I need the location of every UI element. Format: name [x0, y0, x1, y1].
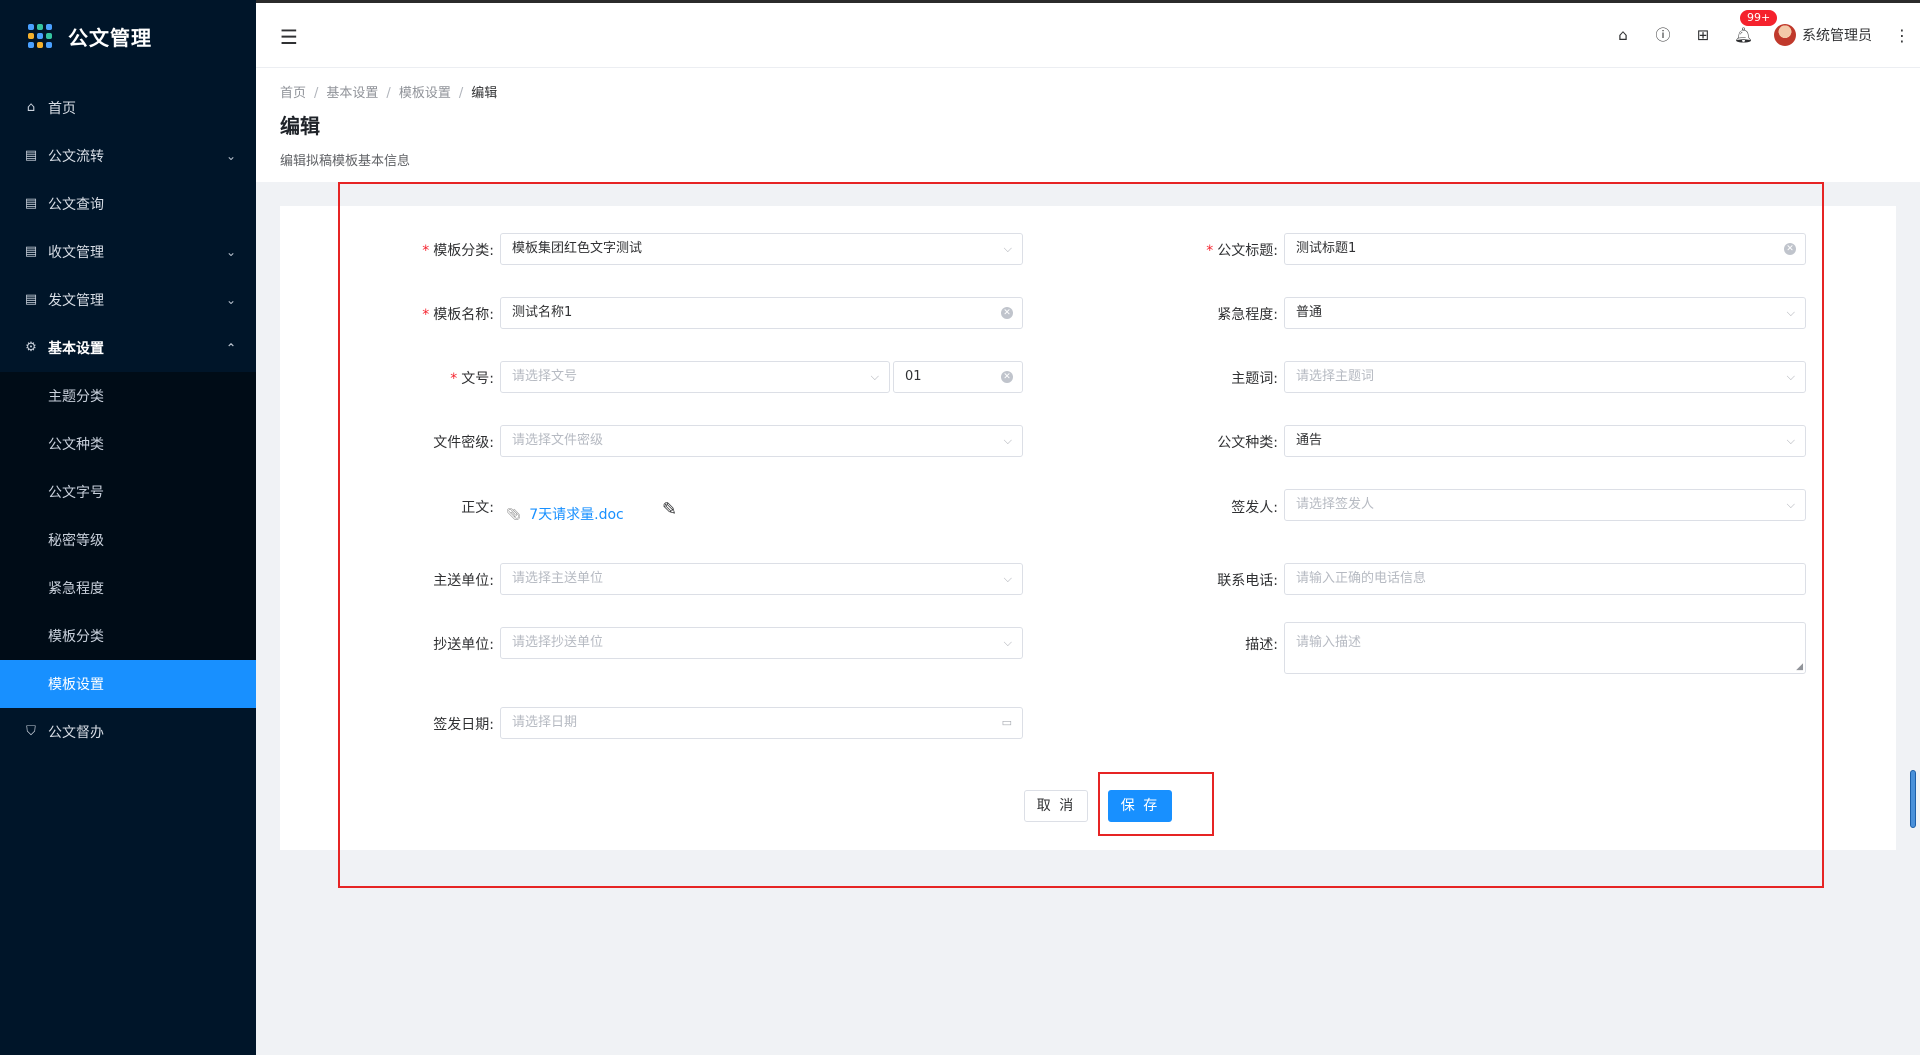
more-vertical-icon[interactable]: ⋮: [1894, 26, 1910, 45]
notification-badge: 99+: [1740, 10, 1778, 26]
sidebar-item-label: 公文督办: [48, 725, 104, 741]
grid-icon[interactable]: ⊞: [1694, 26, 1712, 44]
sidebar-subitem-urgency[interactable]: 紧急程度: [0, 564, 256, 612]
user-menu[interactable]: 系统管理员: [1774, 24, 1872, 46]
sidebar-item-label: 首页: [48, 101, 76, 117]
page-title: 编辑: [280, 114, 320, 138]
bell-icon[interactable]: 🔔︎ 99+: [1734, 10, 1778, 44]
brand: 公文管理: [0, 0, 256, 72]
apps-grid-icon: [28, 24, 52, 48]
sidebar-subitem-template-settings[interactable]: 模板设置: [0, 660, 256, 708]
header-actions: ⌂ ⓘ ⊞ 🔔︎ 99+ 系统管理员 ⋮: [1614, 3, 1920, 67]
sidebar: 公文管理 ⌂ 首页 ▤ 公文流转 ⌄ ▤ 公文查询 ▤ 收文管理 ⌄ ▤ 发文管…: [0, 0, 256, 1055]
username: 系统管理员: [1802, 28, 1872, 44]
chevron-down-icon: ⌄: [225, 293, 236, 307]
highlight-box-save: [1098, 772, 1214, 836]
page-header: 首页 / 基本设置 / 模板设置 / 编辑 编辑 编辑拟稿模板基本信息: [256, 68, 1920, 182]
home-icon: ⌂: [26, 100, 36, 115]
sidebar-item-send[interactable]: ▤ 发文管理 ⌄: [0, 276, 256, 324]
sidebar-subitem-secrecy-level[interactable]: 秘密等级: [0, 516, 256, 564]
avatar: [1774, 24, 1796, 46]
basic-settings-submenu: 主题分类 公文种类 公文字号 秘密等级 紧急程度 模板分类 模板设置: [0, 372, 256, 708]
sidebar-item-document-flow[interactable]: ▤ 公文流转 ⌄: [0, 132, 256, 180]
breadcrumb-item[interactable]: 基本设置: [326, 86, 378, 101]
gear-icon: ⚙: [25, 340, 37, 355]
highlight-box-form: [338, 182, 1824, 888]
document-search-icon: ▤: [24, 196, 38, 211]
sidebar-item-label: 基本设置: [48, 341, 104, 357]
sidebar-subitem-document-number[interactable]: 公文字号: [0, 468, 256, 516]
sidebar-item-receive[interactable]: ▤ 收文管理 ⌄: [0, 228, 256, 276]
breadcrumb-item[interactable]: 首页: [280, 86, 306, 101]
sidebar-item-home[interactable]: ⌂ 首页: [0, 84, 256, 132]
breadcrumb-item[interactable]: 模板设置: [399, 86, 451, 101]
send-document-icon: ▤: [24, 292, 38, 307]
scrollbar-thumb[interactable]: [1910, 770, 1916, 828]
sidebar-item-label: 发文管理: [48, 293, 104, 309]
top-header: ☰ ⌂ ⓘ ⊞ 🔔︎ 99+ 系统管理员 ⋮: [256, 0, 1920, 68]
document-flow-icon: ▤: [24, 148, 38, 163]
sidebar-item-label: 公文查询: [48, 197, 104, 213]
chevron-down-icon: ⌄: [225, 149, 236, 163]
help-icon[interactable]: ⓘ: [1654, 26, 1672, 44]
sidebar-menu: ⌂ 首页 ▤ 公文流转 ⌄ ▤ 公文查询 ▤ 收文管理 ⌄ ▤ 发文管理 ⌄ ⚙…: [0, 84, 256, 756]
collapse-menu-icon[interactable]: ☰: [280, 25, 298, 49]
breadcrumb: 首页 / 基本设置 / 模板设置 / 编辑: [280, 86, 498, 101]
sidebar-item-label: 公文流转: [48, 149, 104, 165]
page-description: 编辑拟稿模板基本信息: [280, 154, 411, 169]
sidebar-subitem-document-type[interactable]: 公文种类: [0, 420, 256, 468]
home-icon[interactable]: ⌂: [1614, 26, 1632, 44]
sidebar-item-document-search[interactable]: ▤ 公文查询: [0, 180, 256, 228]
breadcrumb-current: 编辑: [471, 86, 498, 101]
sidebar-subitem-topic-category[interactable]: 主题分类: [0, 372, 256, 420]
sidebar-subitem-template-category[interactable]: 模板分类: [0, 612, 256, 660]
shield-icon: ⛉: [26, 724, 36, 739]
sidebar-item-supervision[interactable]: ⛉ 公文督办: [0, 708, 256, 756]
chevron-down-icon: ⌄: [225, 245, 236, 259]
inbox-document-icon: ▤: [24, 244, 38, 259]
app-title: 公文管理: [68, 25, 152, 50]
sidebar-item-basic-settings[interactable]: ⚙ 基本设置 ⌃: [0, 324, 256, 372]
chevron-up-icon: ⌃: [225, 341, 236, 355]
sidebar-item-label: 收文管理: [48, 245, 104, 261]
